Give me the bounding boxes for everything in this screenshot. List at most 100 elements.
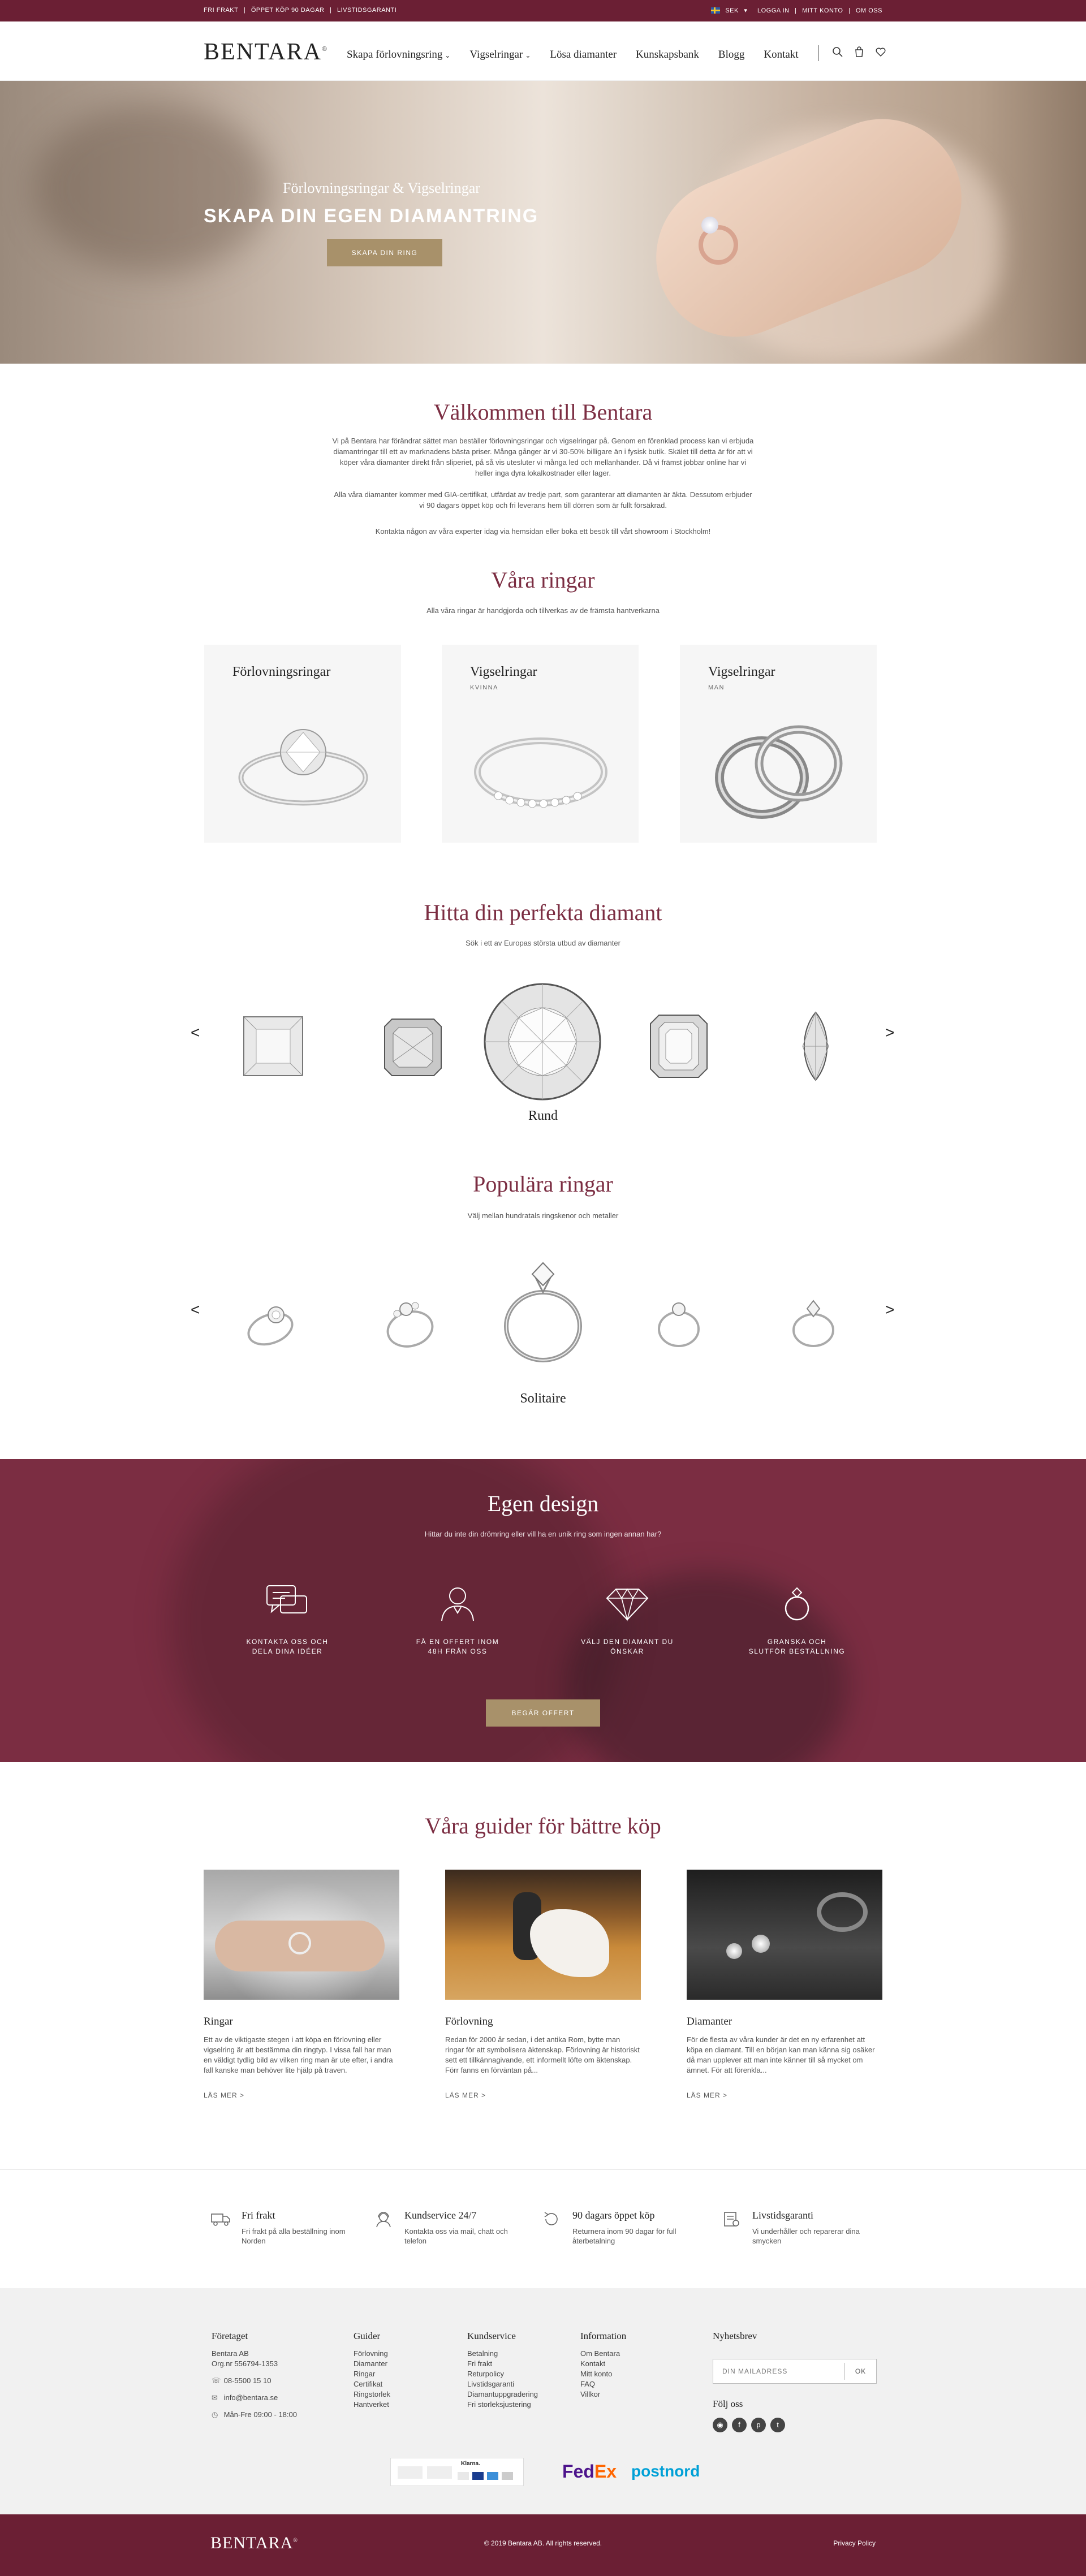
- link-separator: |: [795, 7, 797, 14]
- solitaire-ring-image[interactable]: [497, 1258, 589, 1366]
- radiant-diamond-shape[interactable]: [382, 1016, 444, 1078]
- ring-category-card[interactable]: Vigselringar KVINNA: [442, 645, 639, 843]
- return-icon: [544, 2212, 558, 2225]
- footer-link[interactable]: Fri frakt: [467, 2359, 538, 2369]
- footer-link[interactable]: Förlovning: [354, 2349, 390, 2359]
- footer-link[interactable]: Ringar: [354, 2369, 390, 2379]
- footer-link[interactable]: FAQ: [580, 2379, 626, 2389]
- phone-row[interactable]: ☏ 08-5500 15 10: [212, 2376, 297, 2386]
- selected-diamond-label: Rund: [528, 1108, 558, 1123]
- currency-selector[interactable]: SEK ▾: [708, 7, 749, 14]
- feature-title: Fri frakt: [242, 2210, 275, 2221]
- copyright-text: © 2019 Bentara AB. All rights reserved.: [484, 2539, 602, 2547]
- nav-label: Vigselringar: [469, 49, 523, 61]
- link-separator: |: [848, 7, 851, 14]
- company-name: Bentara AB: [212, 2349, 249, 2358]
- hours-row: ◷ Mån-Fre 09:00 - 18:00: [212, 2410, 297, 2420]
- footer-heading: Följ oss: [713, 2398, 743, 2409]
- nav-item-blog[interactable]: Blogg: [718, 49, 744, 61]
- fedex-logo: FedEx: [562, 2461, 617, 2482]
- footer-link[interactable]: Mitt konto: [580, 2369, 626, 2379]
- carousel-prev-button[interactable]: <: [191, 1301, 200, 1319]
- pinterest-icon[interactable]: p: [751, 2418, 766, 2432]
- my-account-link[interactable]: MITT KONTO: [802, 7, 843, 14]
- read-more-link[interactable]: LÄS MER >: [204, 2091, 399, 2099]
- carousel-next-button[interactable]: >: [885, 1301, 894, 1319]
- footer-link[interactable]: Livstidsgaranti: [467, 2379, 538, 2389]
- main-nav: Skapa förlovningsring ⌄ Vigselringar ⌄ Lösa …: [347, 45, 897, 61]
- nav-item-contact[interactable]: Kontakt: [764, 49, 798, 61]
- request-quote-button[interactable]: BEGÄR OFFERT: [486, 1699, 600, 1727]
- step-label: FÅ EN OFFERT INOM: [416, 1638, 499, 1646]
- carousel-next-button[interactable]: >: [885, 1024, 894, 1042]
- womens-wedding-ring-image: [474, 737, 607, 808]
- hero-banner: Förlovningsringar & Vigselringar SKAPA D…: [0, 81, 1086, 364]
- feature-text: Kontakta oss via mail, chatt och telefon: [404, 2227, 508, 2245]
- footer-link[interactable]: Ringstorlek: [354, 2389, 390, 2400]
- usp-open-purchase: ÖPPET KÖP 90 DAGAR: [251, 7, 325, 14]
- footer-link[interactable]: Diamanter: [354, 2359, 390, 2369]
- guide-title: Förlovning: [445, 2016, 493, 2027]
- footer-link[interactable]: Fri storleksjustering: [467, 2400, 538, 2410]
- hero-diamond-image: [701, 217, 718, 234]
- footer-heading: Kundservice: [467, 2331, 516, 2341]
- heart-icon[interactable]: [875, 46, 886, 61]
- footer-information: Information Om Bentara Kontakt Mitt kont…: [580, 2331, 626, 2400]
- footer-link[interactable]: Betalning: [467, 2349, 538, 2359]
- read-more-link[interactable]: LÄS MER >: [687, 2091, 882, 2099]
- instagram-icon[interactable]: ◉: [713, 2418, 727, 2432]
- ring-category-card[interactable]: Vigselringar MAN: [680, 645, 877, 843]
- nav-item-loose-diamonds[interactable]: Lösa diamanter: [550, 49, 617, 61]
- footer-link[interactable]: Returpolicy: [467, 2369, 538, 2379]
- about-us-link[interactable]: OM OSS: [856, 7, 882, 14]
- pave-ring-image[interactable]: [653, 1295, 704, 1352]
- cart-icon[interactable]: [854, 46, 865, 61]
- guide-card[interactable]: Förlovning Redan för 2000 år sedan, i de…: [445, 1870, 641, 2099]
- halo-ring-image[interactable]: [242, 1298, 299, 1349]
- footer-link[interactable]: Om Bentara: [580, 2349, 626, 2359]
- create-ring-button[interactable]: SKAPA DIN RING: [327, 239, 442, 266]
- design-step: VÄLJ DEN DIAMANT DU ÖNSKAR: [559, 1583, 695, 1656]
- search-icon[interactable]: [832, 46, 843, 61]
- nav-item-knowledge[interactable]: Kunskapsbank: [636, 49, 699, 61]
- privacy-policy-link[interactable]: Privacy Policy: [833, 2539, 876, 2547]
- emerald-diamond-shape[interactable]: [648, 1012, 710, 1080]
- follow-us: Följ oss: [713, 2398, 743, 2417]
- phone-number: 08-5500 15 10: [223, 2376, 272, 2385]
- read-more-link[interactable]: LÄS MER >: [445, 2091, 641, 2099]
- footer-link[interactable]: Villkor: [580, 2389, 626, 2400]
- clock-icon: ◷: [212, 2410, 218, 2419]
- footer-link[interactable]: Kontakt: [580, 2359, 626, 2369]
- facebook-icon[interactable]: f: [732, 2418, 747, 2432]
- footer-link[interactable]: Diamantuppgradering: [467, 2389, 538, 2400]
- footer-link[interactable]: Certifikat: [354, 2379, 390, 2389]
- guide-card[interactable]: Diamanter För de flesta av våra kunder ä…: [687, 1870, 882, 2099]
- mens-wedding-ring-image: [715, 725, 843, 819]
- twitter-icon[interactable]: t: [770, 2418, 785, 2432]
- round-diamond-shape[interactable]: [482, 981, 603, 1102]
- marquise-diamond-shape[interactable]: [796, 1011, 835, 1082]
- chat-icon: [266, 1585, 307, 1613]
- carousel-prev-button[interactable]: <: [191, 1024, 200, 1042]
- twisted-ring-image[interactable]: [788, 1295, 839, 1352]
- login-link[interactable]: LOGGA IN: [757, 7, 790, 14]
- ring-category-card[interactable]: Förlovningsringar: [204, 645, 401, 843]
- nav-item-create-ring[interactable]: Skapa förlovningsring ⌄: [347, 49, 450, 61]
- newsletter-submit-button[interactable]: OK: [844, 2363, 876, 2380]
- princess-diamond-shape[interactable]: [239, 1012, 307, 1080]
- sweden-flag-icon: [710, 7, 720, 14]
- mail-icon: ✉: [212, 2393, 218, 2402]
- nav-item-wedding-rings[interactable]: Vigselringar ⌄: [469, 49, 531, 61]
- card-title: Vigselringar: [708, 665, 775, 679]
- footer-heading: Guider: [354, 2331, 381, 2341]
- guide-title: Ringar: [204, 2016, 233, 2027]
- email-row[interactable]: ✉ info@bentara.se: [212, 2393, 297, 2403]
- footer-link[interactable]: Hantverket: [354, 2400, 390, 2410]
- footer-heading: Företaget: [212, 2331, 248, 2341]
- guide-card[interactable]: Ringar Ett av de viktigaste stegen i att…: [204, 1870, 399, 2099]
- logo[interactable]: BENTARA®: [204, 38, 328, 66]
- newsletter-email-input[interactable]: [713, 2359, 844, 2383]
- card-title: Vigselringar: [470, 665, 537, 679]
- three-stone-ring-image[interactable]: [379, 1292, 441, 1354]
- hero-subtitle: Förlovningsringar & Vigselringar: [283, 180, 480, 196]
